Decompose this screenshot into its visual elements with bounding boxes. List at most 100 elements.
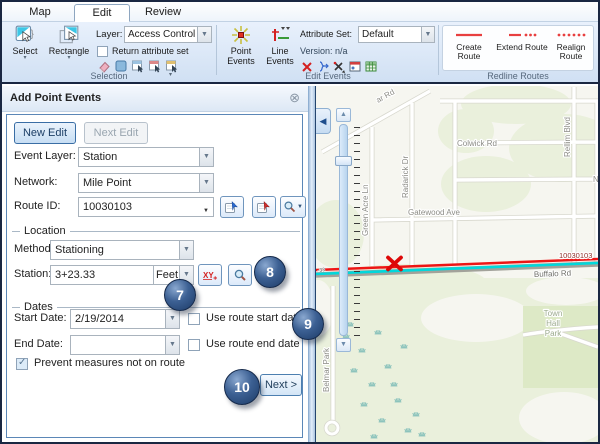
- pick-route-on-map-button[interactable]: [220, 196, 244, 218]
- event-layer-dropdown[interactable]: Station: [78, 147, 200, 167]
- use-route-start-date-checkbox[interactable]: [188, 313, 200, 325]
- station-input[interactable]: 3+23.33: [50, 265, 154, 285]
- point-events-icon: [230, 24, 252, 46]
- line-events-label: Line Events: [263, 46, 297, 66]
- layer-label: Layer:: [96, 29, 122, 40]
- chevron-down-icon: ▼: [297, 204, 303, 210]
- layer-dropdown[interactable]: Access Control: [124, 26, 198, 43]
- town-hall-park-area: [523, 306, 598, 388]
- network-label: Network:: [14, 176, 57, 188]
- rectangle-tool-icon: [58, 24, 80, 46]
- map-select-red-icon: [256, 200, 272, 214]
- use-route-end-date-checkbox[interactable]: [188, 339, 200, 351]
- belmar-park-label: Belmar Park: [322, 347, 331, 392]
- map-select-blue-icon: [224, 200, 240, 214]
- layer-dropdown-arrow[interactable]: ▼: [198, 26, 212, 43]
- next-edit-button[interactable]: Next Edit: [84, 122, 148, 144]
- add-point-events-panel: Add Point Events ⊗ New Edit Next Edit Ev…: [2, 86, 308, 442]
- panel-title: Add Point Events: [10, 92, 101, 104]
- end-date-input[interactable]: [70, 335, 166, 355]
- prevent-measures-checkbox[interactable]: [16, 358, 28, 370]
- end-date-label: End Date:: [14, 338, 63, 350]
- point-events-label: Point Events: [224, 46, 258, 66]
- panel-splitter[interactable]: [308, 86, 316, 442]
- method-label: Method:: [14, 243, 54, 255]
- attribute-set-dropdown[interactable]: Default: [358, 26, 422, 43]
- svg-text:XY: XY: [203, 271, 214, 280]
- gatewood-ave-label: Gatewood Ave: [408, 208, 460, 217]
- collapse-panel-button[interactable]: ◀: [316, 108, 331, 134]
- chevron-down-icon[interactable]: ▾: [23, 56, 26, 61]
- station-search-button[interactable]: [228, 264, 252, 286]
- zoom-in-button[interactable]: ▲: [336, 108, 351, 122]
- extend-route-label: Extend Route: [496, 43, 548, 52]
- close-icon[interactable]: ⊗: [289, 90, 300, 106]
- park-label: Park: [545, 329, 562, 338]
- station-label: Station:: [14, 268, 51, 280]
- tab-map[interactable]: Map: [18, 4, 62, 22]
- chevron-down-icon[interactable]: ▾: [67, 56, 70, 61]
- redline-routes-group-label: Redline Routes: [440, 71, 596, 81]
- route-id-label: Route ID:: [14, 200, 60, 212]
- edit-events-group-label: Edit Events: [218, 71, 438, 81]
- callout-8: 8: [254, 256, 286, 288]
- tab-review[interactable]: Review: [136, 4, 190, 22]
- search-icon: [283, 200, 296, 214]
- hall-label: Hall: [546, 319, 560, 328]
- network-dropdown-arrow[interactable]: ▼: [200, 173, 214, 193]
- clear-route-selection-button[interactable]: [252, 196, 276, 218]
- route-number-label: 10030103: [559, 251, 592, 260]
- method-dropdown[interactable]: Stationing: [50, 240, 180, 260]
- callout-9: 9: [292, 308, 324, 340]
- attribute-set-dropdown-arrow[interactable]: ▼: [422, 26, 435, 43]
- partial-n-label: N: [593, 175, 598, 184]
- zoom-slider-handle[interactable]: [335, 156, 352, 166]
- extend-route-icon: [507, 27, 537, 43]
- end-date-dropdown-arrow[interactable]: ▼: [166, 335, 180, 355]
- select-tool-icon: }: [14, 24, 36, 46]
- buffalo-rd-label: Buffalo Rd: [534, 269, 572, 279]
- tab-edit[interactable]: Edit: [74, 4, 130, 22]
- line-events-button[interactable]: Line Events: [262, 24, 298, 66]
- rectangle-tool-button[interactable]: Rectangle ▾: [46, 24, 92, 61]
- return-attribute-set-checkbox[interactable]: [97, 46, 108, 57]
- extend-route-button[interactable]: Extend Route: [496, 27, 548, 69]
- group-separator: [216, 25, 217, 75]
- group-separator: [438, 25, 439, 75]
- route-search-menu-button[interactable]: ▼: [280, 196, 306, 218]
- network-dropdown[interactable]: Mile Point: [78, 173, 200, 193]
- zoom-out-button[interactable]: ▼: [336, 338, 351, 352]
- next-button[interactable]: Next >: [260, 374, 302, 396]
- route-id-value: 10030103: [83, 201, 132, 213]
- partial-road-label: ar Rd: [375, 87, 396, 104]
- select-tool-button[interactable]: } Select ▾: [6, 24, 44, 61]
- chevron-down-icon[interactable]: ▼: [203, 204, 209, 217]
- start-date-dropdown-arrow[interactable]: ▼: [166, 309, 180, 329]
- prevent-measures-label: Prevent measures not on route: [34, 357, 185, 369]
- return-attribute-set-label: Return attribute set: [112, 46, 189, 56]
- town-label: Town: [544, 309, 563, 318]
- content-area: Add Point Events ⊗ New Edit Next Edit Ev…: [2, 86, 598, 442]
- attribute-set-label: Attribute Set:: [300, 29, 352, 39]
- use-route-start-date-label: Use route start date: [206, 312, 303, 324]
- ribbon-tab-bar: Map Edit Review: [2, 2, 598, 22]
- map-view[interactable]: ar Rd Colwick Rd Gatewood Ave Green Acre…: [316, 86, 598, 442]
- realign-route-label: Realign Route: [551, 43, 591, 61]
- start-date-input[interactable]: 2/19/2014: [70, 309, 166, 329]
- use-route-end-date-label: Use route end date: [206, 338, 300, 350]
- create-route-icon: [454, 27, 484, 43]
- new-edit-button[interactable]: New Edit: [14, 122, 76, 144]
- route-id-combobox[interactable]: 10030103 ▼: [78, 197, 214, 217]
- method-dropdown-arrow[interactable]: ▼: [180, 240, 194, 260]
- event-layer-dropdown-arrow[interactable]: ▼: [200, 147, 214, 167]
- location-section-legend: Location: [12, 225, 300, 237]
- realign-route-icon: [556, 27, 586, 43]
- xy-icon: XY: [202, 268, 218, 282]
- realign-route-button[interactable]: Realign Route: [550, 27, 592, 69]
- xy-coordinates-button[interactable]: XY: [198, 264, 222, 286]
- point-events-button[interactable]: Point Events: [222, 24, 260, 66]
- create-route-button[interactable]: Create Route: [444, 27, 494, 69]
- green-acre-ln-label: Green Acre Ln: [361, 184, 370, 236]
- callout-10: 10: [224, 369, 260, 405]
- ribbon: } Select ▾ Rectangle ▾ Layer: Access Con…: [2, 22, 598, 84]
